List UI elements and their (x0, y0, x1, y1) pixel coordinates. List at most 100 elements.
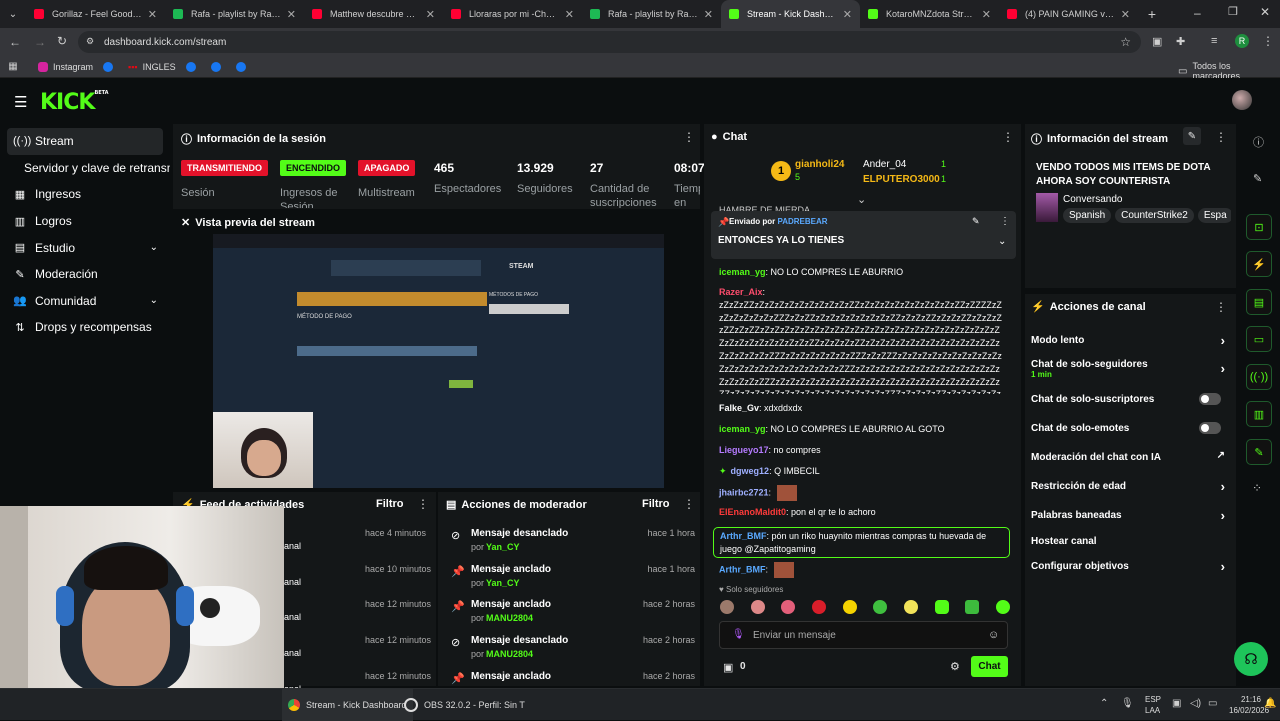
browser-tab[interactable]: Gorillaz - Feel Good Inc. ✕ (26, 0, 165, 28)
chevron-right-icon[interactable]: › (1221, 479, 1225, 494)
emote-icon[interactable] (811, 600, 826, 614)
emote-icon[interactable] (781, 600, 796, 614)
url-bar[interactable]: ⚙ dashboard.kick.com/stream ☆ (78, 31, 1141, 53)
channel-action-moderaci-n-del-chat-con-ia[interactable]: Moderación del chat con IA ↗ (1031, 450, 1231, 463)
chat-username[interactable]: iceman_yg (719, 267, 766, 277)
maximize-icon[interactable]: ❐ (1228, 5, 1238, 18)
channel-action-configurar-objetivos[interactable]: Configurar objetivos › (1031, 559, 1231, 574)
expand-pinned-icon[interactable]: ⌄ (998, 236, 1006, 247)
browser-tab[interactable]: Stream - Kick Dashboard ✕ (721, 0, 860, 28)
extension-icon[interactable]: ▣ (1152, 35, 1162, 48)
channel-action-modo-lento[interactable]: Modo lento › (1031, 333, 1231, 348)
chevron-down-icon[interactable]: ⌄ (150, 242, 158, 253)
user-avatar[interactable] (1232, 90, 1252, 110)
emote-icon[interactable] (903, 600, 918, 614)
sidebar-item-comunidad[interactable]: 👥 Comunidad ⌄ (0, 288, 170, 315)
edit-rail-icon[interactable]: ✎ (1253, 172, 1262, 185)
tab-close-icon[interactable]: ✕ (426, 8, 435, 21)
browser-tab[interactable]: Matthew descubre quién ✕ (304, 0, 443, 28)
profile-avatar[interactable]: R (1235, 34, 1249, 48)
browser-tab[interactable]: KotaroMNZdota Stream ✕ (860, 0, 999, 28)
clock[interactable]: 21:16 16/02/2026 (1229, 694, 1269, 716)
info-rail-icon[interactable]: ⓘ (1253, 134, 1264, 150)
tab-close-icon[interactable]: ✕ (1121, 8, 1130, 21)
chat-username[interactable]: iceman_yg (719, 424, 766, 434)
top-user-3[interactable]: ELPUTERO3000 (863, 174, 940, 185)
reload-icon[interactable]: ↻ (57, 34, 67, 48)
chat-username[interactable]: Arthr_BMF (720, 531, 767, 541)
chat-username[interactable]: Liegueyo17 (719, 445, 769, 455)
sidebar-item-estudio[interactable]: ▤ Estudio ⌄ (0, 234, 170, 261)
document-rail-icon[interactable]: ▤ (1246, 289, 1272, 315)
notification-bell-icon[interactable]: 🔔 (1264, 698, 1276, 709)
chat-message[interactable]: ElEnanoMaldit0: pon el qr te lo achoro (719, 506, 1009, 519)
stream-tag[interactable]: CounterStrike2 (1115, 208, 1194, 223)
sidebar-item-moderación[interactable]: ✎ Moderación (0, 261, 170, 288)
expand-supporters-icon[interactable]: ⌄ (857, 193, 866, 206)
mod-action-user[interactable]: MANU2804 (486, 613, 533, 623)
stream-info-menu-icon[interactable]: ⋮ (1215, 130, 1227, 144)
stream-tag[interactable]: Espa (1197, 208, 1231, 223)
emote-icon[interactable] (934, 600, 949, 614)
screen-capture-icon[interactable]: ⊡ (1246, 214, 1272, 240)
media-control-icon[interactable]: ≡ (1211, 35, 1217, 47)
lightning-rail-icon[interactable]: ⚡ (1246, 251, 1272, 277)
mod-actions-filter[interactable]: Filtro (642, 498, 670, 510)
emote-icon[interactable] (842, 600, 857, 614)
taskbar-app-obs[interactable]: OBS 32.0.2 - Perfil: Sin T (398, 689, 531, 721)
mod-action-user[interactable]: MANU2804 (486, 649, 533, 659)
microphone-tray-icon[interactable]: 🎙 (1121, 698, 1134, 709)
sidebar-item-stream[interactable]: ((·)) Stream (7, 128, 163, 155)
chat-username[interactable]: Falke_Gv (719, 403, 759, 413)
facebook-bookmark-icon[interactable] (235, 61, 251, 72)
activity-feed-filter[interactable]: Filtro (376, 498, 404, 510)
tray-chevron-icon[interactable]: ⌃ (1100, 698, 1108, 709)
network-icon[interactable]: ▣ (1172, 698, 1181, 709)
external-link-icon[interactable]: ↗ (1217, 450, 1225, 461)
top-user-1[interactable]: gianholi24 (795, 159, 844, 170)
chat-message[interactable]: ✦ dgweg12: Q IMBECIL (719, 465, 1009, 478)
browser-tab[interactable]: Rafa - playlist by Rafael.xa ✕ (582, 0, 721, 28)
chat-username[interactable]: dgweg12 (731, 466, 770, 476)
chevron-right-icon[interactable]: › (1221, 333, 1225, 348)
language-indicator[interactable]: ESP LAA (1145, 694, 1161, 716)
chat-send-button[interactable]: Chat (971, 656, 1008, 677)
mic-icon[interactable]: 🎙 (732, 629, 745, 640)
tab-search-icon[interactable]: ⌄ (0, 9, 26, 20)
minimize-icon[interactable]: – (1194, 6, 1201, 20)
mod-action-item[interactable]: ⊘ Mensaje desanclado por Yan_CY hace 1 hora (440, 528, 695, 564)
sidebar-item-servidor[interactable]: Servidor y clave de retransmisión (0, 155, 170, 182)
chevron-right-icon[interactable]: › (1221, 559, 1225, 574)
tab-close-icon[interactable]: ✕ (704, 8, 713, 21)
browser-menu-icon[interactable]: ⋮ (1262, 34, 1274, 48)
chat-message[interactable]: Liegueyo17: no compres (719, 444, 1009, 457)
extensions-puzzle-icon[interactable]: ✚ (1176, 35, 1185, 48)
chat-message[interactable]: iceman_yg: NO LO COMPRES LE ABURRIO (719, 266, 1009, 279)
tab-close-icon[interactable]: ✕ (982, 8, 991, 21)
toggle-switch[interactable] (1199, 393, 1221, 405)
new-tab-icon[interactable]: + (1142, 6, 1162, 22)
browser-tab[interactable]: (4) PAIN GAMING vs PAR ✕ (999, 0, 1138, 28)
apps-rail-icon[interactable]: ⁘ (1252, 481, 1262, 495)
chat-message[interactable]: Arthr_BMF: (719, 562, 1009, 578)
bookmark-instagram[interactable]: Instagram (38, 61, 93, 72)
top-user-2[interactable]: Ander_04 (863, 159, 906, 170)
channel-points-icon[interactable]: ▣ (723, 661, 733, 674)
bookmark-ingles[interactable]: ▪▪▪ INGLES (128, 62, 176, 72)
taskbar-app-chrome[interactable]: Stream - Kick Dashboard (282, 689, 413, 721)
facebook-bookmark-icon[interactable] (210, 61, 226, 72)
support-headset-button[interactable]: ☊ (1234, 642, 1268, 676)
facebook-bookmark-icon[interactable] (185, 61, 201, 72)
chat-username[interactable]: jhairbc2721 (719, 487, 769, 497)
hamburger-menu-icon[interactable]: ☰ (14, 93, 27, 111)
apps-grid-icon[interactable]: ▦ (0, 61, 26, 72)
activity-feed-menu-icon[interactable]: ⋮ (417, 497, 429, 511)
chat-username[interactable]: Razer_Aix (719, 287, 763, 297)
unpin-icon[interactable]: ✎ (972, 216, 980, 227)
tab-close-icon[interactable]: ✕ (843, 8, 852, 21)
channel-action-chat-de-solo-emotes[interactable]: Chat de solo-emotes (1031, 422, 1231, 434)
chat-settings-icon[interactable]: ⚙ (950, 660, 960, 673)
chevron-right-icon[interactable]: › (1221, 508, 1225, 523)
back-icon[interactable]: ← (9, 35, 21, 49)
channel-action-chat-de-solo-seguidores[interactable]: Chat de solo-seguidores 1 min › (1031, 359, 1231, 379)
